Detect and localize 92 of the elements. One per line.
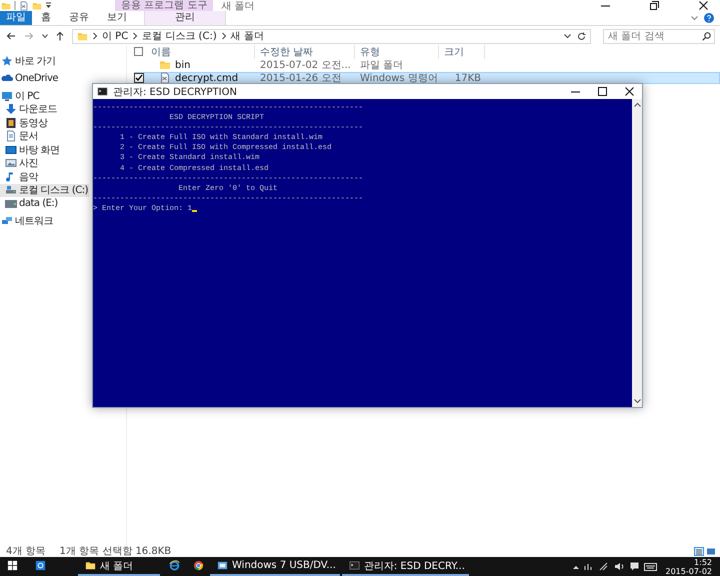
column-header[interactable]: 유형 bbox=[355, 44, 439, 58]
close-icon[interactable] bbox=[699, 1, 708, 10]
taskbar-button[interactable]: Windows 7 USB/DV... bbox=[210, 557, 340, 576]
up-arrow-icon[interactable] bbox=[56, 31, 64, 41]
nav-item[interactable]: OneDrive bbox=[0, 72, 60, 85]
restore-icon[interactable] bbox=[650, 1, 659, 10]
nav-item[interactable]: 다운로드 bbox=[0, 102, 58, 116]
document-icon bbox=[5, 130, 17, 142]
image-icon bbox=[5, 157, 17, 170]
chevron-icon bbox=[92, 32, 98, 40]
ribbon-tab[interactable]: 파일 bbox=[0, 11, 32, 25]
browser-e-icon bbox=[169, 560, 180, 571]
windows-logo-icon bbox=[7, 560, 18, 571]
speaker-icon[interactable] bbox=[614, 562, 624, 571]
column-header[interactable]: 크기 bbox=[439, 44, 485, 58]
window-title: 관리자: ESD DECRYPTION bbox=[113, 86, 237, 98]
film-icon bbox=[5, 116, 17, 129]
folder-icon bbox=[77, 30, 88, 42]
divider-icon bbox=[14, 1, 16, 10]
console-icon bbox=[97, 86, 108, 97]
chevron-down-icon[interactable] bbox=[564, 34, 571, 38]
chevron-icon bbox=[132, 32, 138, 40]
folder-icon bbox=[159, 59, 171, 71]
column-header[interactable]: 이름 bbox=[145, 44, 255, 58]
star-icon bbox=[1, 54, 13, 67]
browser-wheel-icon bbox=[193, 560, 204, 571]
window-title: 새 폴더 bbox=[221, 0, 255, 11]
scroll-down-icon[interactable] bbox=[634, 399, 640, 404]
nav-item[interactable]: 동영상 bbox=[0, 116, 48, 130]
folder-icon bbox=[32, 0, 42, 10]
breadcrumb-item[interactable]: 새 폴더 bbox=[230, 29, 264, 43]
help-icon[interactable] bbox=[704, 13, 714, 23]
folder-icon bbox=[1, 0, 11, 10]
search-icon[interactable] bbox=[702, 32, 711, 40]
chevron-down-icon[interactable] bbox=[42, 34, 48, 38]
back-arrow-icon[interactable] bbox=[6, 32, 16, 40]
ribbon-tab[interactable]: 관리 bbox=[144, 11, 226, 25]
file-type: Windows 명령어 bbox=[360, 72, 438, 85]
caret-icon[interactable] bbox=[45, 1, 52, 10]
status-text: 1개 항목 선택함 16.8KB bbox=[60, 545, 172, 558]
console-icon bbox=[348, 560, 360, 571]
status-text: 4개 항목 bbox=[6, 545, 46, 558]
taskbar-button[interactable]: 새 폴더 bbox=[78, 557, 160, 576]
details-view-icon[interactable] bbox=[694, 546, 704, 556]
caret-up-icon[interactable] bbox=[572, 564, 578, 568]
breadcrumb-item[interactable]: 이 PC bbox=[102, 29, 128, 43]
nav-item[interactable]: 로컬 디스크 (C:) bbox=[0, 184, 90, 197]
monitor-icon bbox=[1, 90, 13, 102]
ribbon-tab[interactable]: 공유 bbox=[60, 11, 98, 25]
drive-icon bbox=[5, 184, 17, 196]
nav-item[interactable]: 음악 bbox=[0, 170, 39, 184]
ribbon-tab[interactable]: 홈 bbox=[32, 11, 60, 25]
file-date: 2015-07-02 오전... bbox=[260, 59, 351, 72]
nav-item[interactable]: data (E:) bbox=[0, 197, 59, 210]
file-size: 17KB bbox=[454, 72, 481, 84]
clock-time[interactable]: 1:52 bbox=[694, 558, 712, 566]
scroll-up-icon[interactable] bbox=[634, 102, 640, 107]
folder-icon bbox=[85, 560, 96, 571]
close-icon[interactable] bbox=[625, 87, 634, 96]
maximize-icon[interactable] bbox=[598, 87, 607, 96]
ribbon-tab[interactable]: 보기 bbox=[98, 11, 136, 25]
file-date: 2015-01-26 오전 bbox=[260, 72, 342, 85]
breadcrumb-item[interactable]: 로컬 디스크 (C:) bbox=[142, 29, 217, 43]
clock-date[interactable]: 2015-07-02 bbox=[666, 566, 712, 576]
column-header[interactable]: 수정한 날짜 bbox=[255, 44, 355, 58]
file-type: 파일 폴더 bbox=[360, 59, 404, 72]
nav-item[interactable]: 이 PC bbox=[0, 89, 40, 102]
nav-item[interactable]: 사진 bbox=[0, 156, 39, 170]
taskbar-button[interactable]: 관리자: ESD DECRY... bbox=[342, 557, 469, 576]
drive-icon bbox=[5, 198, 17, 210]
monitor-icon bbox=[5, 144, 17, 156]
checkbox-icon[interactable] bbox=[134, 73, 144, 83]
nav-item[interactable]: 바로 가기 bbox=[0, 54, 57, 68]
file-name: bin bbox=[175, 60, 190, 70]
keyboard-icon[interactable] bbox=[644, 562, 656, 570]
nav-item[interactable]: 문서 bbox=[0, 130, 39, 143]
address-bar[interactable]: 이 PC 로컬 디스크 (C:) 새 폴더 bbox=[72, 28, 591, 44]
search-field[interactable]: 새 폴더 검색 bbox=[603, 28, 715, 44]
text-cursor bbox=[192, 210, 198, 212]
notification-icon[interactable] bbox=[630, 562, 638, 571]
chevron-icon bbox=[220, 32, 227, 40]
file-row[interactable]: decrypt.cmd 2015-01-26 오전 Windows 명령어 17KB bbox=[134, 72, 720, 84]
context-tab-group: 응용 프로그램 도구 bbox=[115, 0, 214, 11]
checkbox-icon[interactable] bbox=[134, 47, 143, 56]
store-icon bbox=[35, 560, 46, 571]
refresh-icon[interactable] bbox=[577, 32, 586, 40]
nav-item[interactable]: 네트워크 bbox=[0, 214, 54, 228]
large-icons-view-icon[interactable] bbox=[706, 546, 716, 556]
file-name: decrypt.cmd bbox=[175, 72, 238, 84]
nav-item[interactable]: 바탕 화면 bbox=[0, 143, 61, 156]
down-arrow-icon bbox=[5, 103, 17, 116]
file-row[interactable]: bin 2015-07-02 오전... 파일 폴더 bbox=[134, 59, 720, 71]
